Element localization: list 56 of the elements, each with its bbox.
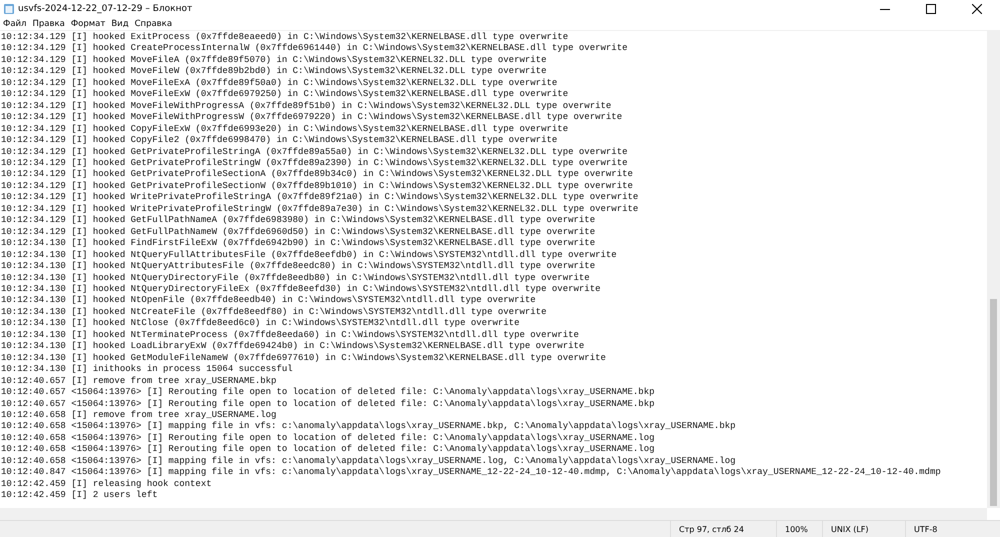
log-line: 10:12:34.129 [I] hooked ExitProcess (0x7ffde8eaeed0) in C:\Windows\System32\KERNELBASE.dll type overwrite [1,32,570,44]
log-line: 10:12:34.130 [I] hooked NtQueryDirectoryFile (0x7ffde8eedb80) in C:\Windows\SYSTEM32\ntdll.dll type overwrite [1,272,591,284]
log-line: 10:12:34.129 [I] hooked CreateProcessInternalW (0x7ffde6961440) in C:\Windows\System32\KERNELBASE.dll type overwrite [1,43,629,55]
log-line: 10:12:40.658 [I] remove from tree xray_USERNAME.log [1,410,278,422]
cursor-position: Стр 97, стлб 24 [670,521,776,537]
log-line: 10:12:34.129 [I] hooked GetFullPathNameW (0x7ffde6960d50) in C:\Windows\System32\KERNELBASE.dll type overwrite [1,226,596,238]
menu-item[interactable]: Правка [30,19,69,29]
log-line: 10:12:34.129 [I] hooked CopyFile2 (0x7ffde6998470) in C:\Windows\System32\KERNELBASE.dll type overwrite [1,135,558,147]
menu-item[interactable]: Справка [132,19,176,29]
log-line: 10:12:40.657 [I] remove from tree xray_USERNAME.bkp [1,376,278,388]
log-line: 10:12:34.129 [I] hooked MoveFileW (0x7ffde89b2bd0) in C:\Windows\System32\KERNEL32.DLL type overwrite [1,66,548,78]
log-line: 10:12:40.658 <15064:13976> [I] mapping file in vfs: c:\anomaly\appdata\logs\xray_USERNAME.bkp, C:\Anomaly\appdata\logs\xray_USERNAME.bkp [1,421,737,433]
log-line: 10:12:34.130 [I] hooked NtQueryDirectoryFileEx (0x7ffde8eefd30) in C:\Windows\SYSTEM32\ntdll.dll type overwrite [1,284,602,296]
log-line: 10:12:34.129 [I] hooked GetPrivateProfileSectionW (0x7ffde89b1010) in C:\Windows\System32\KERNEL32.DLL type overwrite [1,180,634,192]
maximize-icon [926,4,936,14]
log-line: 10:12:34.130 [I] hooked FindFirstFileExW (0x7ffde6942b90) in C:\Windows\System32\KERNELBASE.dll type overwrite [1,238,596,250]
log-line: 10:12:34.130 [I] hooked NtCreateFile (0x7ffde8eedf80) in C:\Windows\SYSTEM32\ntdll.dll type overwrite [1,306,548,318]
log-line: 10:12:34.130 [I] hooked LoadLibraryExW (0x7ffde69424b0) in C:\Windows\System32\KERNELBASE.dll type overwrite [1,341,586,353]
horizontal-scrollbar[interactable] [0,508,987,520]
line-endings: UNIX (LF) [822,521,905,537]
vertical-scrollbar[interactable] [987,31,1000,508]
log-line: 10:12:40.658 <15064:13976> [I] Rerouting file open to location of deleted file: C:\Anomaly\appdata\logs\xray_USERNAME.log [1,444,656,456]
encoding: UTF-8 [905,521,1000,537]
window-title: usvfs-2024-12-22_07-12-29 – Блокнот [18,4,194,14]
log-line: 10:12:34.129 [I] hooked WritePrivateProfileStringW (0x7ffde89a7e30) in C:\Windows\System32\KERNEL32.DLL type overwrite [1,204,640,216]
close-icon [972,4,982,14]
log-line: 10:12:34.129 [I] hooked CopyFileExW (0x7ffde6993e20) in C:\Windows\System32\KERNELBASE.dll type overwrite [1,124,570,136]
log-line: 10:12:34.130 [I] hooked NtQueryAttributesFile (0x7ffde8eedc80) in C:\Windows\SYSTEM32\ntdll.dll type overwrite [1,261,596,273]
log-line: 10:12:34.130 [I] inithooks in process 15064 successful [1,364,294,376]
log-line: 10:12:34.129 [I] hooked GetPrivateProfileSectionA (0x7ffde89b34c0) in C:\Windows\System32\KERNEL32.DLL type overwrite [1,169,634,181]
log-line: 10:12:34.129 [I] hooked MoveFileExA (0x7ffde89f50a0) in C:\Windows\System32\KERNEL32.DLL type overwrite [1,78,558,90]
log-line: 10:12:34.130 [I] hooked NtClose (0x7ffde8eed6c0) in C:\Windows\SYSTEM32\ntdll.dll type overwrite [1,318,520,330]
log-line: 10:12:34.130 [I] hooked NtTerminateProcess (0x7ffde8eeda60) in C:\Windows\SYSTEM32\ntdll.dll type overwrite [1,330,580,342]
log-line: 10:12:34.129 [I] hooked MoveFileExW (0x7ffde6979250) in C:\Windows\System32\KERNELBASE.dll type overwrite [1,89,570,101]
log-line: 10:12:34.130 [I] hooked GetModuleFileNameW (0x7ffde6977610) in C:\Windows\System32\KERNELBASE.dll type overwrite [1,352,607,364]
log-line: 10:12:34.129 [I] hooked WritePrivateProfileStringA (0x7ffde89f21a0) in C:\Windows\System32\KERNEL32.DLL type overwrite [1,192,640,204]
log-line: 10:12:34.130 [I] hooked NtQueryFullAttributesFile (0x7ffde8eefdb0) in C:\Windows\SYSTEM32\ntdll.dll type overwrite [1,250,618,262]
log-line: 10:12:34.129 [I] hooked GetPrivateProfileStringA (0x7ffde89a55a0) in C:\Windows\System32\KERNEL32.DLL type overwrite [1,146,629,158]
log-line: 10:12:42.459 [I] 2 users left [1,490,159,502]
menu-item[interactable]: Файл [1,19,30,29]
log-line: 10:12:34.129 [I] hooked GetPrivateProfileStringW (0x7ffde89a2390) in C:\Windows\System32\KERNEL32.DLL type overwrite [1,158,629,170]
zoom-level: 100% [776,521,822,537]
log-line: 10:12:40.847 <15064:13976> [I] mapping file in vfs: c:\anomaly\appdata\logs\xray_USERNAME_12-22-24_10-12-40.mdmp, C:\Anomaly\appdata\logs\xray_USERNAME_12-22-24_10-12-40.mdmp [1,467,942,479]
notepad-icon [3,3,15,15]
menu-item[interactable]: Формат [68,19,110,29]
log-line: 10:12:40.657 <15064:13976> [I] Rerouting file open to location of deleted file: C:\Anomaly\appdata\logs\xray_USERNAME.bkp [1,387,656,398]
log-line: 10:12:40.658 <15064:13976> [I] mapping file in vfs: c:\anomaly\appdata\logs\xray_USERNAME.log, C:\Anomaly\appdata\logs\xray_USERNAME.log [1,456,737,468]
log-line: 10:12:40.658 <15064:13976> [I] Rerouting file open to location of deleted file: C:\Anomaly\appdata\logs\xray_USERNAME.log [1,432,656,444]
log-line: 10:12:34.129 [I] hooked GetFullPathNameA (0x7ffde6983980) in C:\Windows\System32\KERNELBASE.dll type overwrite [1,215,596,227]
log-line: 10:12:34.129 [I] hooked MoveFileA (0x7ffde89f5070) in C:\Windows\System32\KERNEL32.DLL type overwrite [1,54,548,66]
log-line: 10:12:42.459 [I] releasing hook context [1,478,213,490]
menu-item[interactable]: Вид [109,19,133,29]
log-line: 10:12:34.129 [I] hooked MoveFileWithProgressA (0x7ffde89f51b0) in C:\Windows\System32\KERNEL32.DLL type overwrite [1,100,612,112]
log-line: 10:12:34.130 [I] hooked NtOpenFile (0x7ffde8eedb40) in C:\Windows\SYSTEM32\ntdll.dll type overwrite [1,295,537,307]
log-line: 10:12:40.657 <15064:13976> [I] Rerouting file open to location of deleted file: C:\Anomaly\appdata\logs\xray_USERNAME.bkp [1,398,656,410]
log-line: 10:12:34.129 [I] hooked MoveFileWithProgressW (0x7ffde6979220) in C:\Windows\System32\KERNELBASE.dll type overwrite [1,112,624,124]
